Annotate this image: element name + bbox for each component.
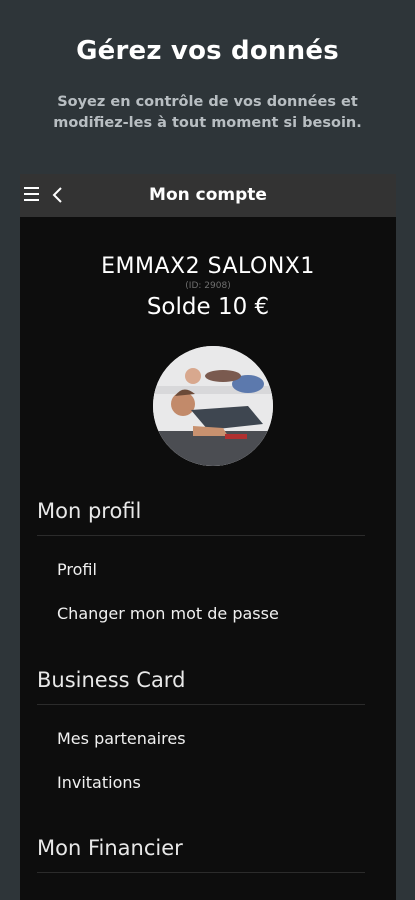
menu-item-partners[interactable]: Mes partenaires xyxy=(57,729,186,748)
avatar-photo-icon xyxy=(153,346,273,466)
user-id: (ID: 2908) xyxy=(185,281,231,291)
divider xyxy=(37,872,365,873)
promo-subtitle: Soyez en contrôle de vos données et modi… xyxy=(53,94,362,131)
balance: Solde 10 € xyxy=(146,294,270,320)
divider xyxy=(37,704,365,705)
section-mon-financier: Mon Financier xyxy=(37,836,183,860)
avatar[interactable] xyxy=(153,346,273,466)
screen-title: Mon compte xyxy=(149,185,267,205)
menu-item-profil[interactable]: Profil xyxy=(57,560,97,579)
app-screen: Mon compte EMMAX2 SALONX1 (ID: 2908) Sol… xyxy=(20,174,396,900)
user-name: EMMAX2 SALONX1 xyxy=(101,254,315,279)
promo-title: Gérez vos donnés xyxy=(76,36,339,66)
section-business-card: Business Card xyxy=(37,668,186,692)
divider xyxy=(37,535,365,536)
app-bar: Mon compte xyxy=(20,174,396,217)
menu-item-invitations[interactable]: Invitations xyxy=(57,773,141,792)
section-mon-profil: Mon profil xyxy=(37,499,142,523)
menu-item-change-password[interactable]: Changer mon mot de passe xyxy=(57,604,279,623)
